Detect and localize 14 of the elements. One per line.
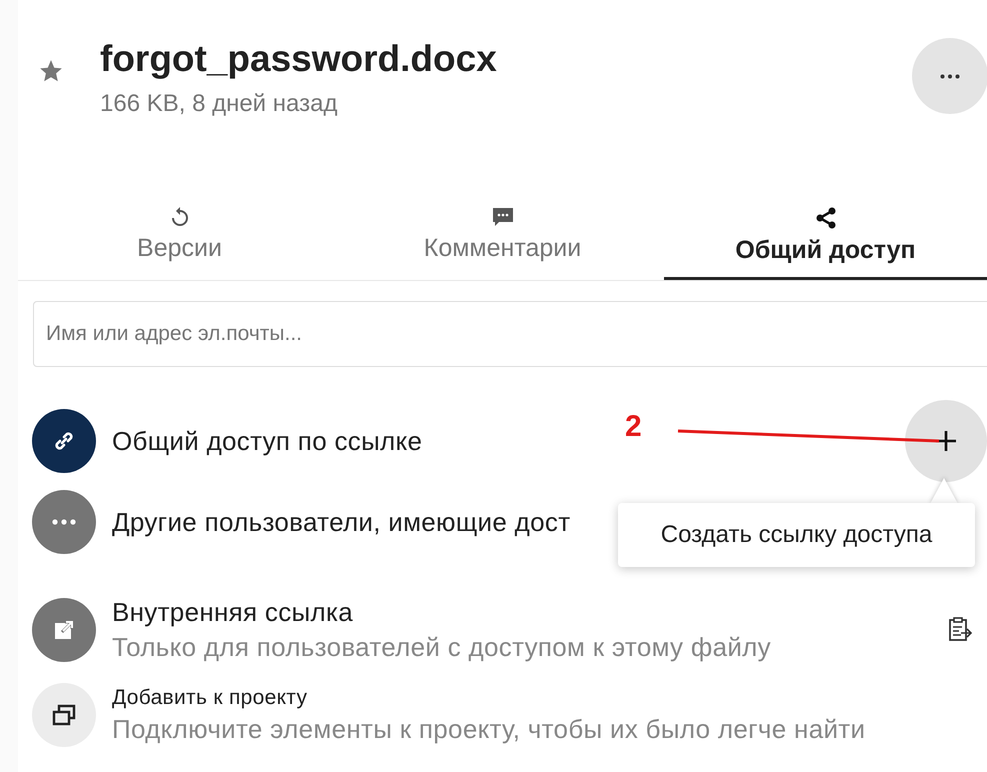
row-subtitle: Только для пользователей с доступом к этому файлу: [112, 632, 771, 663]
search-field[interactable]: Имя или адрес эл.почты...: [33, 301, 987, 367]
tab[interactable]: Комментарии: [341, 202, 664, 280]
row-title[interactable]: Внутренняя ссылка: [112, 597, 771, 628]
file-meta: 166 KB, 8 дней назад: [100, 90, 338, 118]
row-title[interactable]: Общий доступ по ссылке: [112, 426, 422, 456]
row-title[interactable]: Добавить к проекту: [112, 686, 866, 710]
row-title[interactable]: Другие пользователи, имеющие дост: [112, 506, 570, 538]
tab[interactable]: Версии: [18, 202, 341, 280]
file-name: forgot_password.docx: [100, 38, 497, 80]
tab[interactable]: Общий доступ: [664, 202, 987, 280]
row-subtitle: Подключите элементы к проекту, чтобы их было легче найти: [112, 714, 866, 744]
tooltip: Создать ссылку доступа: [618, 503, 975, 567]
annotation-number: 2: [625, 410, 642, 444]
